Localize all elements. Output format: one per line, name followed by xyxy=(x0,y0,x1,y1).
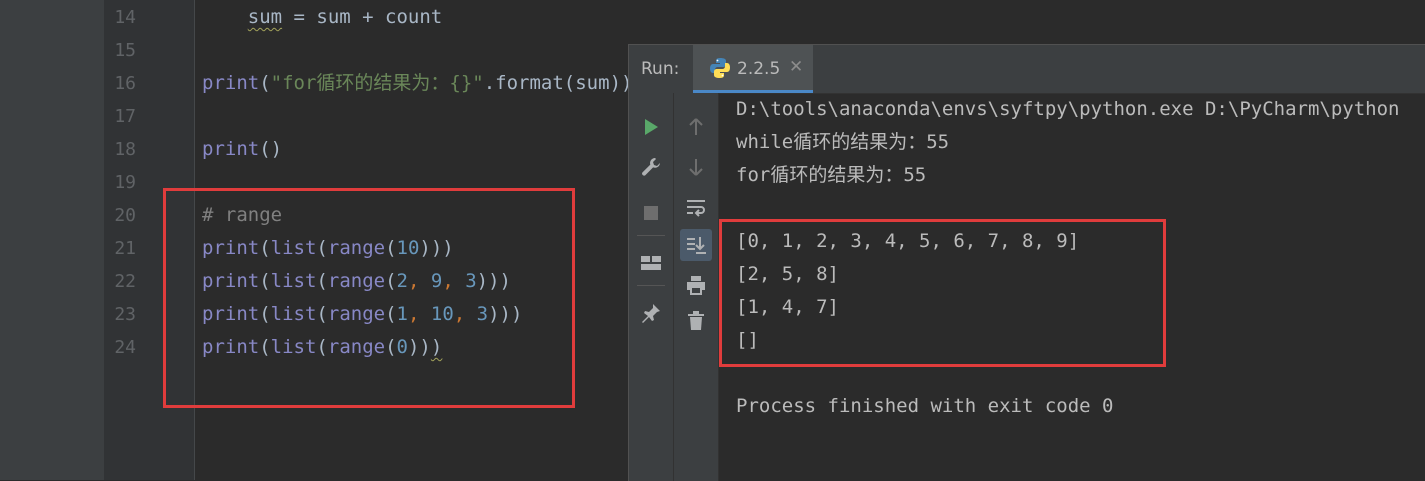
code-token: sum xyxy=(247,6,283,28)
line-number: 23 xyxy=(114,304,136,325)
line-number: 19 xyxy=(114,172,136,193)
console-line: while循环的结果为：55 xyxy=(736,131,950,153)
trash-icon[interactable] xyxy=(680,305,712,337)
run-tool-window: Run: 2.2.5 ✕ D:\tools\anaconda\envs\syft… xyxy=(628,44,1425,481)
line-number: 17 xyxy=(114,106,136,127)
code-token: ( xyxy=(259,72,271,94)
line-number: 22 xyxy=(114,271,136,292)
line-number: 20 xyxy=(114,205,136,226)
console-line: D:\tools\anaconda\envs\syftpy\python.exe… xyxy=(736,98,1400,120)
run-tab-2-2-5[interactable]: 2.2.5 ✕ xyxy=(693,45,813,93)
code-token: = sum + count xyxy=(282,6,443,28)
pin-icon[interactable] xyxy=(635,297,667,329)
code-token: "for循环的结果为：{}" xyxy=(270,72,484,94)
print-icon[interactable] xyxy=(680,269,712,301)
code-token: print xyxy=(202,72,260,94)
run-label: Run: xyxy=(641,59,680,79)
line-number: 21 xyxy=(114,238,136,259)
line-number: 24 xyxy=(114,337,136,358)
soft-wrap-icon[interactable] xyxy=(680,191,712,223)
arrow-up-icon[interactable] xyxy=(680,111,712,143)
run-toolbar-right xyxy=(674,93,719,481)
close-icon[interactable]: ✕ xyxy=(789,57,803,77)
code-token: () xyxy=(259,138,283,160)
arrow-down-icon[interactable] xyxy=(680,151,712,183)
run-icon[interactable] xyxy=(635,111,667,143)
line-number: 14 xyxy=(114,7,136,28)
wrench-icon[interactable] xyxy=(635,151,667,183)
code-line: print() xyxy=(202,133,282,166)
run-toolbar-left xyxy=(629,93,674,481)
output-highlight-box xyxy=(719,219,1166,367)
code-line: print("for循环的结果为：{}".format(sum)) xyxy=(202,67,632,100)
run-header: Run: 2.2.5 ✕ xyxy=(629,45,1425,94)
python-icon xyxy=(710,58,730,78)
code-highlight-box xyxy=(163,188,575,408)
console-line: for循环的结果为：55 xyxy=(736,164,927,186)
stop-icon[interactable] xyxy=(635,197,667,229)
left-tool-strip xyxy=(0,0,104,480)
scroll-to-end-icon[interactable] xyxy=(680,229,712,261)
line-number: 16 xyxy=(114,73,136,94)
code-line: sum = sum + count xyxy=(202,1,442,34)
console-line: Process finished with exit code 0 xyxy=(736,395,1114,417)
line-number: 18 xyxy=(114,139,136,160)
code-token: print xyxy=(202,138,260,160)
line-number: 15 xyxy=(114,40,136,61)
layout-icon[interactable] xyxy=(635,247,667,279)
run-tab-label: 2.2.5 xyxy=(737,59,781,79)
code-token: .format(sum)) xyxy=(483,72,633,94)
